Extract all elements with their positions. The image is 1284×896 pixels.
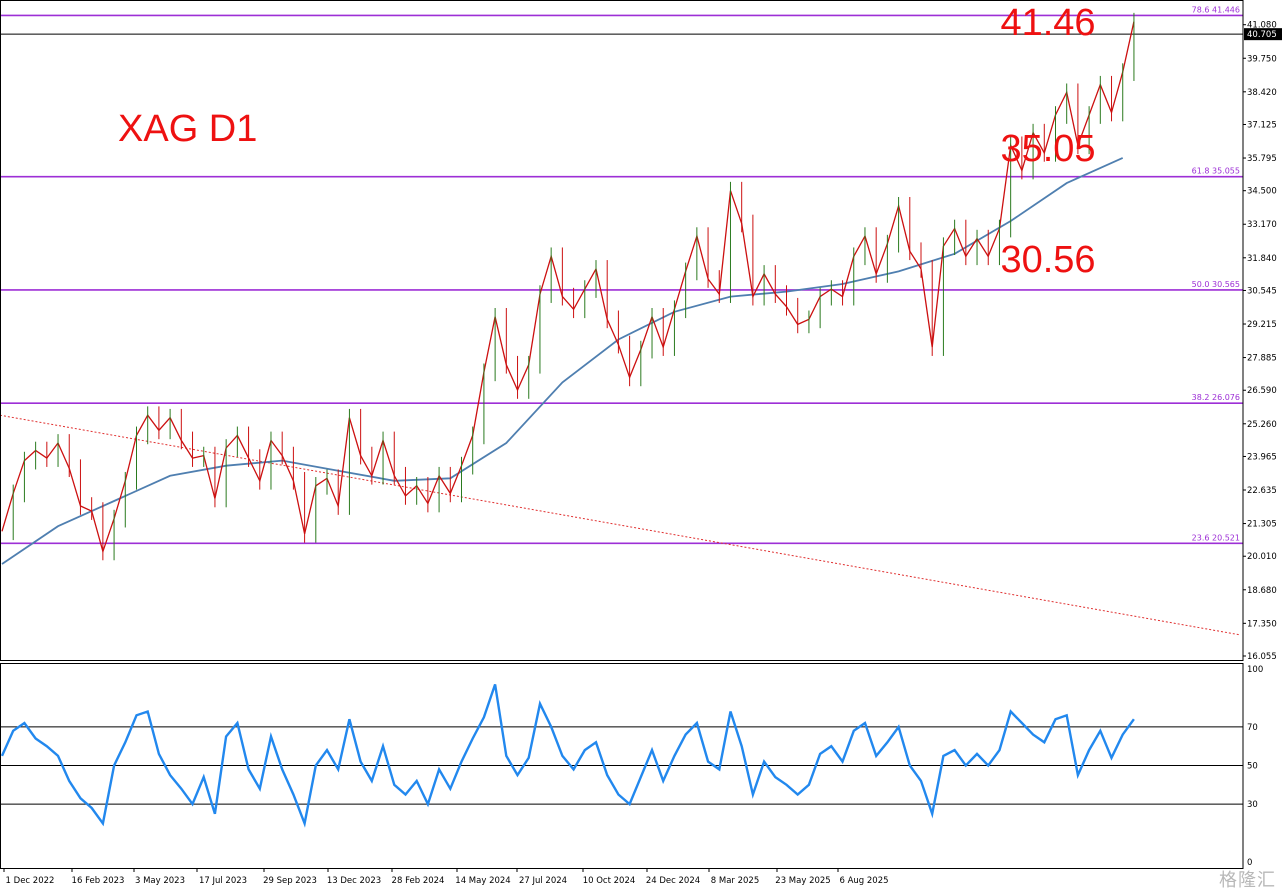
price-axis-label: 31.840	[1247, 254, 1277, 264]
rsi-axis-label: 30	[1247, 800, 1258, 810]
price-axis-label: 21.305	[1247, 520, 1277, 530]
rsi-axis-label: 50	[1247, 762, 1258, 772]
current-price-label: 40.705	[1247, 30, 1277, 40]
x-axis-label: 29 Sep 2023	[263, 876, 317, 886]
x-axis-label: 23 May 2025	[775, 876, 830, 886]
price-axis-label: 37.125	[1247, 120, 1277, 130]
price-annotation: 35.05	[1000, 128, 1095, 170]
chart-canvas: 78.6 41.446 61.8 35.055 50.0 30.565 38.2 26…	[0, 0, 1282, 886]
x-axis-label: 14 May 2024	[455, 876, 510, 886]
price-axis-label: 38.420	[1247, 88, 1277, 98]
fib-level-label: 61.8 35.055	[1192, 167, 1240, 176]
fib-level-label: 50.0 30.565	[1192, 280, 1240, 289]
x-axis-label: 1 Dec 2022	[6, 876, 55, 886]
price-axis-label: 33.170	[1247, 220, 1277, 230]
x-axis-label: 13 Dec 2023	[327, 876, 381, 886]
x-axis-label: 10 Oct 2024	[583, 876, 636, 886]
x-axis-label: 6 Aug 2025	[839, 876, 888, 886]
fib-level-label: 38.2 26.076	[1192, 393, 1240, 402]
price-axis-label: 17.350	[1247, 619, 1277, 629]
price-panel: 78.6 41.446 61.8 35.055 50.0 30.565 38.2 26…	[0, 2, 1243, 636]
x-axis-label: 16 Feb 2023	[72, 876, 125, 886]
price-axis-label: 29.215	[1247, 320, 1277, 330]
price-axis-label: 39.750	[1247, 54, 1277, 64]
rsi-line	[0, 684, 1135, 828]
price-axis-label: 20.010	[1247, 552, 1277, 562]
price-axis-label: 30.545	[1247, 286, 1277, 296]
x-axis-label: 8 Mar 2025	[711, 876, 759, 886]
price-annotation: 30.56	[1000, 239, 1095, 281]
symbol-label: XAG D1	[118, 108, 257, 150]
x-axis-label: 28 Feb 2024	[392, 876, 445, 886]
price-axis-label: 22.635	[1247, 486, 1277, 496]
rsi-axis-label: 70	[1247, 723, 1258, 733]
fib-level-label: 78.6 41.446	[1192, 5, 1240, 14]
moving-average-line	[1, 157, 1124, 565]
price-axis-label: 35.795	[1247, 154, 1277, 164]
price-annotation: 41.46	[1000, 2, 1095, 44]
rsi-axis-label: 100	[1247, 665, 1263, 675]
x-axis-label: 24 Dec 2024	[646, 876, 700, 886]
fib-level-label: 23.6 20.521	[1192, 533, 1240, 542]
x-axis-label: 3 May 2023	[135, 876, 185, 886]
price-axis-label: 23.965	[1247, 452, 1277, 462]
price-axis-label: 25.260	[1247, 420, 1277, 430]
rsi-panel	[0, 684, 1243, 828]
price-axis-label: 34.500	[1247, 187, 1277, 197]
price-axis-label: 26.590	[1247, 386, 1277, 396]
watermark-logo: 格隆汇	[1219, 870, 1276, 891]
price-panel-frame	[0, 0, 1244, 661]
price-axis-label: 16.055	[1247, 652, 1277, 662]
x-axis-label: 17 Jul 2023	[199, 876, 247, 886]
price-line	[1, 21, 1135, 554]
x-axis-label: 27 Jul 2024	[519, 876, 567, 886]
price-axis-label: 27.885	[1247, 354, 1277, 364]
price-axis-label: 18.680	[1247, 586, 1277, 596]
